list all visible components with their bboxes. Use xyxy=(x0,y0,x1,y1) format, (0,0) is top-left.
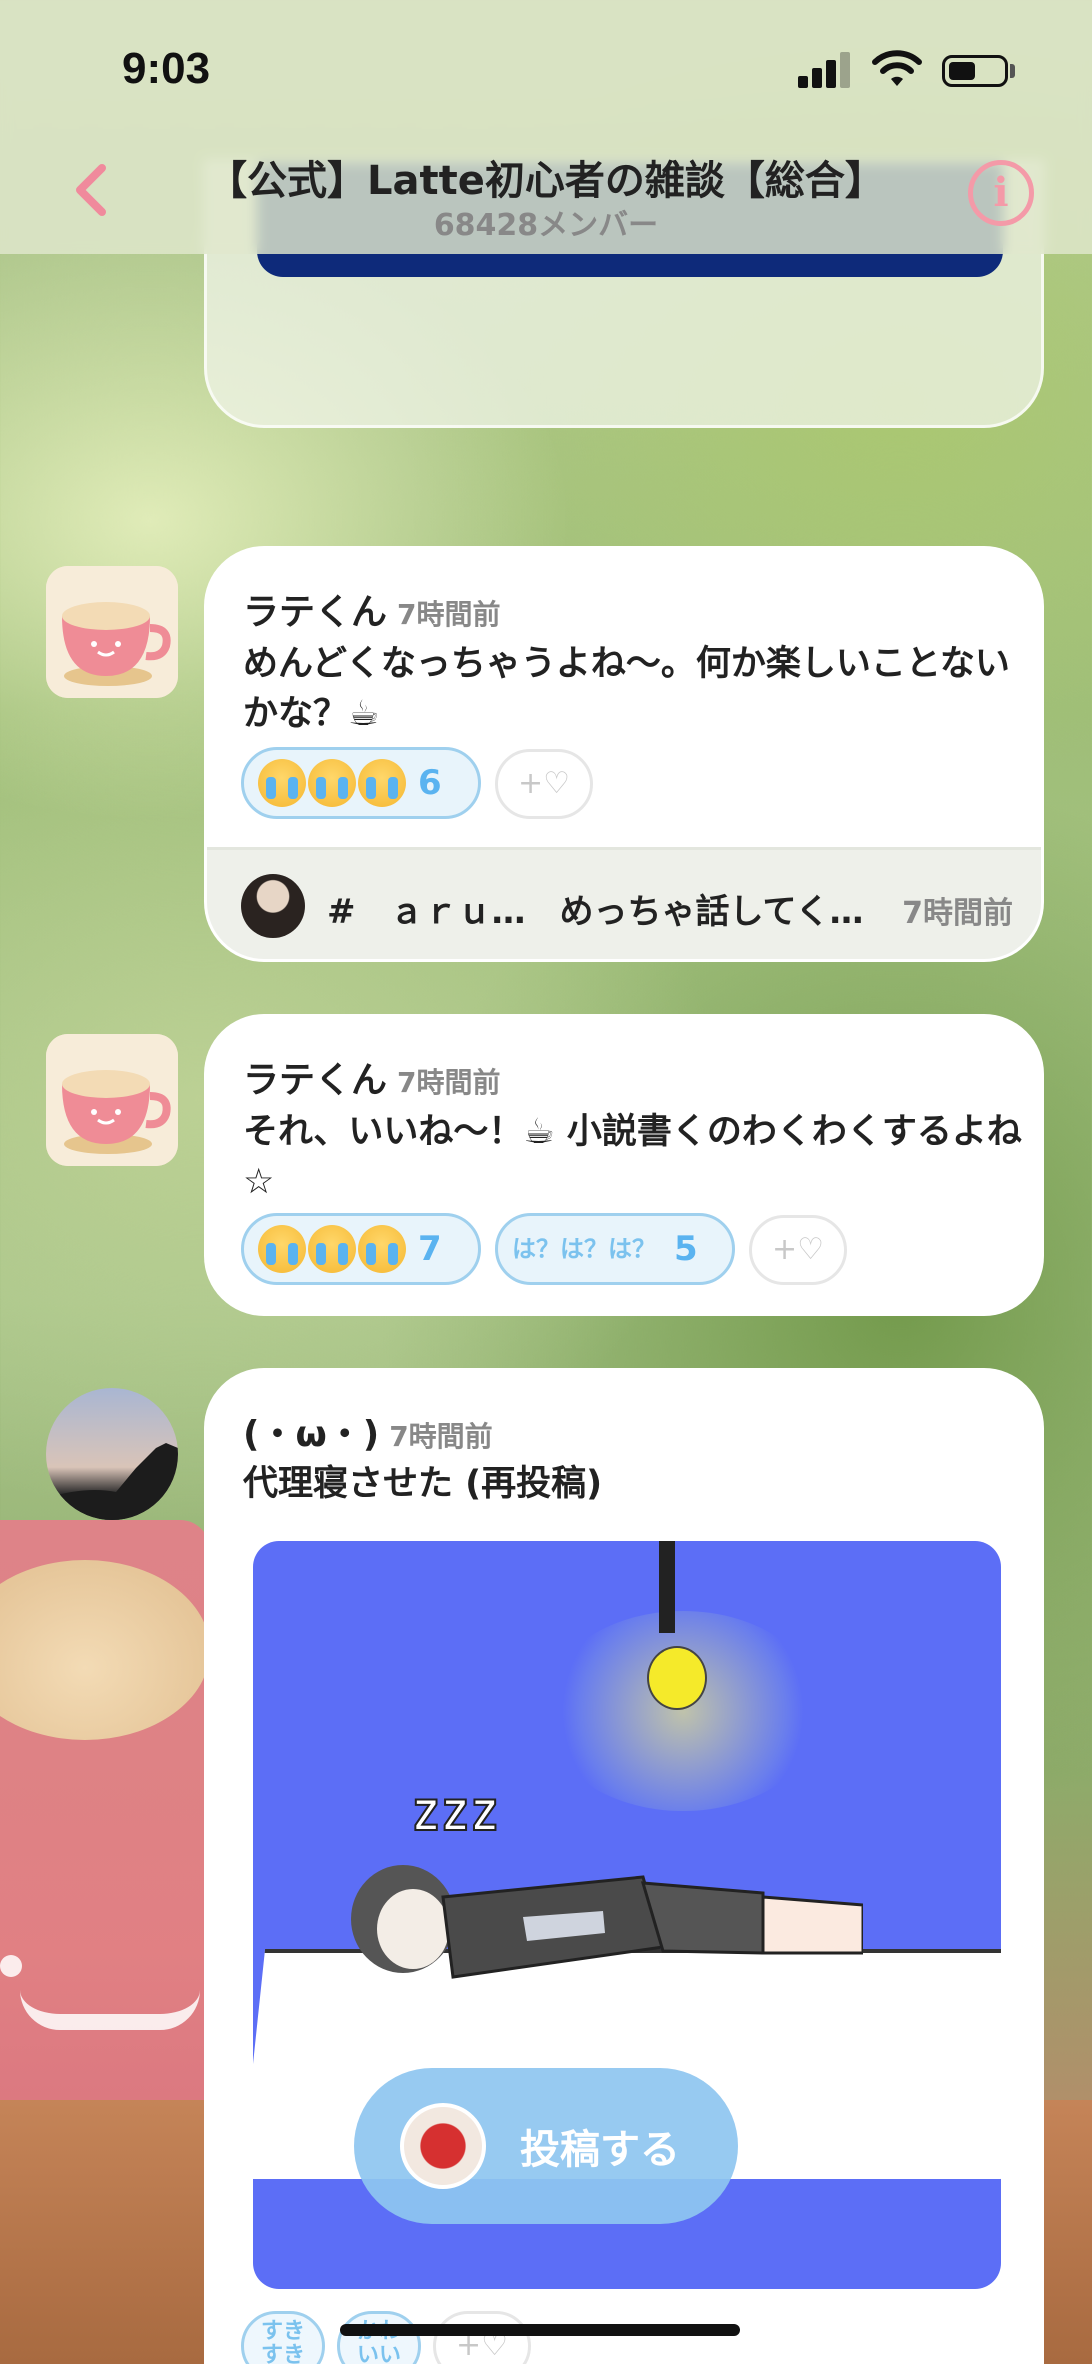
background-mug-eye xyxy=(0,1955,22,1977)
reaction-suki[interactable]: すきすき xyxy=(241,2311,325,2364)
reaction-count: 7 xyxy=(418,1229,442,1269)
author-name[interactable]: (・ω・) xyxy=(243,1414,379,1455)
crying-face-icon xyxy=(258,759,306,807)
message-time: 7時間前 xyxy=(389,1420,493,1453)
reaction-crying[interactable]: 6 xyxy=(241,747,481,819)
reaction-label: は？は？は？ xyxy=(512,1235,656,1263)
reaction-count: 6 xyxy=(418,763,442,803)
avatar-latte-kun[interactable] xyxy=(46,1034,178,1166)
lamp-bulb-icon xyxy=(647,1646,707,1710)
avatar-aru xyxy=(241,874,305,938)
crying-face-icon xyxy=(308,1225,356,1273)
thread-reply-row[interactable]: # ａｒｕ… めっちゃ話してく… 7時間前 xyxy=(207,847,1041,959)
reaction-count: 5 xyxy=(674,1229,698,1269)
add-reaction-button[interactable]: +♡ xyxy=(433,2311,531,2364)
battery-tip xyxy=(1010,64,1015,78)
avatar-latte-kun[interactable] xyxy=(46,566,178,698)
info-button[interactable]: i xyxy=(968,160,1034,226)
thread-reply-text: # ａｒｕ… めっちゃ話してく… xyxy=(327,892,864,932)
avatar-kaomoji-user[interactable] xyxy=(46,1388,178,1520)
message-header: (・ω・) 7時間前 xyxy=(243,1405,493,1457)
chat-header: 9:03 【公式】Latte初心者の雑談【総合】 68428メンバー i xyxy=(0,0,1092,254)
message-text: 代理寝させた (再投稿) xyxy=(243,1464,603,1504)
cellular-signal-icon xyxy=(798,52,852,88)
message-header: ラテくん 7時間前 xyxy=(243,1051,501,1103)
reaction-kawaii[interactable]: かわいい xyxy=(337,2311,421,2364)
crying-face-icon xyxy=(308,759,356,807)
home-indicator[interactable] xyxy=(340,2324,740,2336)
message-bubble[interactable]: ラテくん 7時間前 それ、いいね〜！☕ 小説書くのわくわくするよね☆ 7 は？は？… xyxy=(204,1014,1044,1316)
message-header: ラテくん 7時間前 xyxy=(243,583,501,635)
sunset-trees-icon xyxy=(46,1443,178,1520)
background-mug-smile xyxy=(20,1990,200,2030)
reaction-label: かわいい xyxy=(356,2320,401,2364)
latte-cup-icon xyxy=(46,1034,178,1166)
message-time: 7時間前 xyxy=(397,1066,501,1099)
status-time: 9:03 xyxy=(122,44,211,93)
wifi-icon xyxy=(872,50,922,86)
message-text: それ、いいね〜！☕ 小説書くのわくわくするよね☆ xyxy=(243,1112,1022,1202)
member-count: 68428メンバー xyxy=(433,208,659,243)
crying-face-icon xyxy=(258,1225,306,1273)
thread-reply-time: 7時間前 xyxy=(902,896,1013,931)
add-reaction-button[interactable]: +♡ xyxy=(749,1215,847,1285)
battery-icon xyxy=(942,55,1008,87)
info-icon: i xyxy=(993,169,1009,216)
author-name[interactable]: ラテくん xyxy=(243,1060,387,1101)
post-button[interactable]: 投稿する xyxy=(354,2068,738,2224)
reaction-ha[interactable]: は？は？は？ 5 xyxy=(495,1213,735,1285)
post-button-label: 投稿する xyxy=(520,2127,680,2173)
sleep-zzz: ZZZ xyxy=(412,1790,501,1841)
author-name[interactable]: ラテくん xyxy=(243,592,387,633)
crying-face-icon xyxy=(358,759,406,807)
message-text: めんどくなっちゃうよね〜。何か楽しいことないかな？☕ xyxy=(243,644,1010,734)
message-bubble[interactable]: ラテくん 7時間前 めんどくなっちゃうよね〜。何か楽しいことないかな？☕ 6 +♡… xyxy=(204,546,1044,962)
chat-title: 【公式】Latte初心者の雑談【総合】 xyxy=(207,158,885,204)
crying-face-icon xyxy=(358,1225,406,1273)
sleeping-person-icon xyxy=(351,1865,863,1979)
message-time: 7時間前 xyxy=(397,598,501,631)
user-avatar xyxy=(400,2103,486,2189)
lamp-cord xyxy=(659,1541,675,1633)
latte-cup-icon xyxy=(46,566,178,698)
add-reaction-button[interactable]: +♡ xyxy=(495,749,593,819)
reaction-label: すきすき xyxy=(260,2319,305,2364)
reaction-crying[interactable]: 7 xyxy=(241,1213,481,1285)
